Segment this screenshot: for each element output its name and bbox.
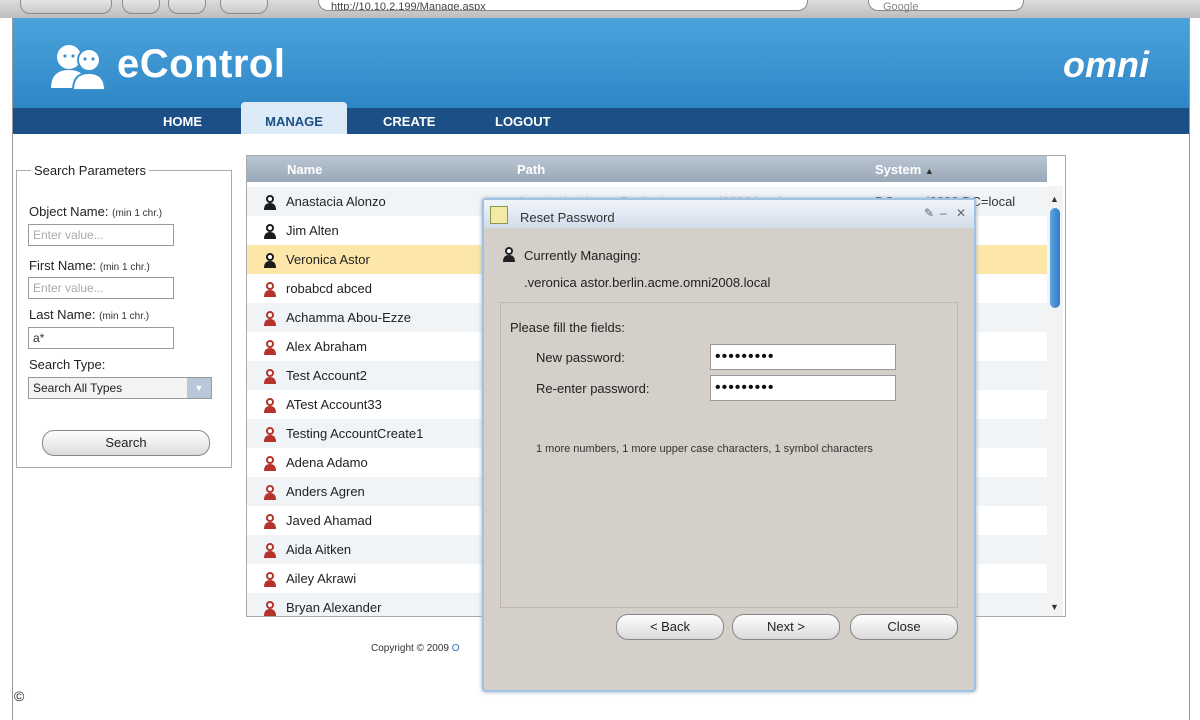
first-name-input[interactable] xyxy=(28,277,174,299)
main-nav: HOME MANAGE CREATE LOGOUT xyxy=(13,102,1189,134)
admin-user-icon xyxy=(264,253,276,268)
object-name-input[interactable] xyxy=(28,224,174,246)
address-bar[interactable]: http://10.10.2.199/Manage.aspx xyxy=(318,0,808,11)
admin-user-icon xyxy=(503,247,515,262)
dialog-titlebar[interactable]: Reset Password ✎ – ✕ xyxy=(484,200,974,228)
admin-user-icon xyxy=(264,224,276,239)
minimize-icon[interactable]: – xyxy=(940,206,947,220)
nav-manage[interactable]: MANAGE xyxy=(241,102,347,134)
password-rules-text: 1 more numbers, 1 more upper case charac… xyxy=(536,443,873,455)
user-icon xyxy=(264,311,276,326)
search-parameters-legend: Search Parameters xyxy=(31,163,149,178)
row-name: ATest Account33 xyxy=(286,397,382,412)
user-icon xyxy=(264,601,276,616)
last-name-input[interactable] xyxy=(28,327,174,349)
row-name: Test Account2 xyxy=(286,368,367,383)
omni-logo: omni xyxy=(1063,44,1149,85)
user-icon xyxy=(264,282,276,297)
row-name: Adena Adamo xyxy=(286,455,368,470)
row-name: Aida Aitken xyxy=(286,542,352,557)
copyright-link[interactable]: O xyxy=(452,643,460,654)
user-icon xyxy=(264,572,276,587)
admin-user-icon xyxy=(264,195,276,210)
copyright-mark: © xyxy=(14,688,25,704)
row-name: Jim Alten xyxy=(286,223,339,238)
users-logo-icon xyxy=(51,45,107,90)
fill-fields-hint: Please fill the fields: xyxy=(510,320,625,335)
grid-header: Name Path System ▲ xyxy=(247,156,1047,182)
search-type-select[interactable]: Search All Types ▼ xyxy=(28,377,212,399)
browser-search-field[interactable]: Google xyxy=(868,0,1024,13)
nav-logout[interactable]: LOGOUT xyxy=(495,108,551,134)
dialog-window-icon xyxy=(490,206,508,224)
row-name: Testing AccountCreate1 xyxy=(286,426,424,441)
user-icon xyxy=(264,427,276,442)
currently-managing-path: .veronica astor.berlin.acme.omni2008.loc… xyxy=(524,275,771,290)
close-icon[interactable]: ✕ xyxy=(956,206,966,220)
nav-create[interactable]: CREATE xyxy=(383,108,435,134)
browser-toolbar: http://10.10.2.199/Manage.aspx Google xyxy=(0,0,1200,18)
search-button[interactable]: Search xyxy=(42,430,210,456)
row-name: Achamma Abou-Ezze xyxy=(286,310,412,325)
column-header-path[interactable]: Path xyxy=(517,156,545,184)
reset-password-dialog: Reset Password ✎ – ✕ Currently Managing:… xyxy=(482,198,976,692)
dialog-title: Reset Password xyxy=(520,210,615,225)
back-forward-button[interactable] xyxy=(20,0,112,14)
app-brand: eControl xyxy=(117,42,286,86)
object-name-label: Object Name: (min 1 chr.) xyxy=(29,204,163,219)
search-type-value: Search All Types xyxy=(33,381,123,395)
scroll-up-icon[interactable]: ▲ xyxy=(1050,194,1059,204)
first-name-label: First Name: (min 1 chr.) xyxy=(29,258,150,273)
reenter-password-input[interactable]: ••••••••• xyxy=(710,375,896,401)
copyright-text: Copyright © 2009 O xyxy=(371,643,460,654)
app-header: eControl omni xyxy=(13,18,1189,108)
reload-button[interactable] xyxy=(122,0,160,14)
row-name: Bryan Alexander xyxy=(286,600,382,615)
row-name: Ailey Akrawi xyxy=(286,571,357,586)
user-icon xyxy=(264,456,276,471)
back-button[interactable]: < Back xyxy=(616,614,724,640)
currently-managing-label: Currently Managing: xyxy=(524,248,642,263)
user-icon xyxy=(264,340,276,355)
bookmarks-button[interactable] xyxy=(220,0,268,14)
last-name-label: Last Name: (min 1 chr.) xyxy=(29,307,150,322)
row-name: Anastacia Alonzo xyxy=(286,194,386,209)
row-name: Javed Ahamad xyxy=(286,513,373,528)
user-icon xyxy=(264,514,276,529)
nav-home[interactable]: HOME xyxy=(163,108,202,134)
reenter-password-label: Re-enter password: xyxy=(536,381,650,396)
new-password-input[interactable]: ••••••••• xyxy=(710,344,896,370)
close-button[interactable]: Close xyxy=(850,614,958,640)
row-name: Anders Agren xyxy=(286,484,365,499)
user-icon xyxy=(264,485,276,500)
next-button[interactable]: Next > xyxy=(732,614,840,640)
user-icon xyxy=(264,369,276,384)
scroll-down-icon[interactable]: ▼ xyxy=(1050,602,1059,612)
user-icon xyxy=(264,543,276,558)
user-icon xyxy=(264,398,276,413)
new-password-label: New password: xyxy=(536,350,625,365)
sort-asc-icon: ▲ xyxy=(924,166,934,176)
column-header-system[interactable]: System ▲ xyxy=(875,156,934,185)
pin-icon[interactable]: ✎ xyxy=(924,206,934,220)
dropdown-arrow-icon[interactable]: ▼ xyxy=(187,378,211,398)
row-name: Veronica Astor xyxy=(286,252,370,267)
row-name: Alex Abraham xyxy=(286,339,367,354)
search-type-label: Search Type: xyxy=(29,357,106,372)
stop-button[interactable] xyxy=(168,0,206,14)
grid-scroll-thumb[interactable] xyxy=(1050,208,1060,308)
row-name: robabcd abced xyxy=(286,281,373,296)
column-header-name[interactable]: Name xyxy=(287,156,322,184)
